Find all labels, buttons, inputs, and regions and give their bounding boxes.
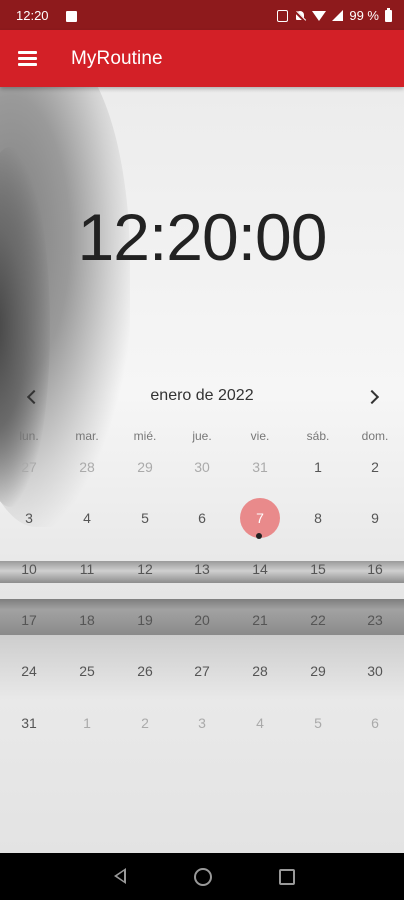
back-icon[interactable] [114,868,126,884]
calendar-day[interactable]: 31 [240,447,280,487]
calendar-day[interactable]: 2 [125,703,165,743]
wifi-icon [312,10,327,21]
calendar-day[interactable]: 12 [125,549,165,589]
calendar-day[interactable]: 14 [240,549,280,589]
calendar-day[interactable]: 16 [355,549,395,589]
calendar-day[interactable]: 27 [9,447,49,487]
calendar-day[interactable]: 1 [298,447,338,487]
chevron-right-icon [364,389,380,405]
calendar-day[interactable]: 17 [9,600,49,640]
calendar-day[interactable]: 5 [125,498,165,538]
calendar-day[interactable]: 21 [240,600,280,640]
weekday-label: sáb. [306,429,330,443]
calendar-day[interactable]: 10 [9,549,49,589]
weekday-label: vie. [250,429,270,443]
weekday-label: lun. [19,429,39,443]
next-month-button[interactable] [362,385,386,409]
weekday-label: mié. [133,429,157,443]
calendar-month-label: enero de 2022 [150,387,254,404]
weekday-label: dom. [361,429,389,443]
calendar-header: enero de 2022 [0,385,404,409]
calendar-day[interactable]: 28 [240,651,280,691]
calendar-day[interactable]: 5 [298,703,338,743]
calendar-day[interactable]: 29 [125,447,165,487]
weekday-label: mar. [75,429,99,443]
calendar-day[interactable]: 22 [298,600,338,640]
calendar-day[interactable]: 4 [67,498,107,538]
event-dot [256,533,262,539]
app-title: MyRoutine [71,48,163,69]
calendar-day[interactable]: 29 [298,651,338,691]
weekday-label: jue. [192,429,212,443]
calendar-day[interactable]: 11 [67,549,107,589]
calendar-day[interactable]: 15 [298,549,338,589]
app-bar: MyRoutine [0,30,404,87]
calendar-day[interactable]: 25 [67,651,107,691]
calendar-day[interactable]: 27 [182,651,222,691]
calendar-day[interactable]: 4 [240,703,280,743]
calendar-day[interactable]: 19 [125,600,165,640]
calendar-day[interactable]: 13 [182,549,222,589]
status-icons: 99 % [277,7,392,23]
calendar-day[interactable]: 3 [9,498,49,538]
calendar-day-selected[interactable]: 7 [240,498,280,538]
digital-clock: 12:20:00 [77,200,328,274]
calendar-day[interactable]: 1 [67,703,107,743]
calendar-day[interactable]: 6 [355,703,395,743]
calendar-day[interactable]: 8 [298,498,338,538]
calendar-day[interactable]: 23 [355,600,395,640]
battery-percent: 99 % [349,8,379,23]
calendar-day[interactable]: 30 [355,651,395,691]
calendar-day[interactable]: 9 [355,498,395,538]
image-icon [66,11,77,22]
calendar-day[interactable]: 2 [355,447,395,487]
calendar-weekdays: lun. mar. mié. jue. vie. sáb. dom. [0,429,404,445]
calendar-day[interactable]: 31 [9,703,49,743]
calendar-day[interactable]: 30 [182,447,222,487]
calendar-day[interactable]: 6 [182,498,222,538]
navigation-bar [0,853,404,900]
calendar-day[interactable]: 26 [125,651,165,691]
calendar-day[interactable]: 24 [9,651,49,691]
mute-icon [294,10,306,22]
calendar-day[interactable]: 18 [67,600,107,640]
menu-icon[interactable] [18,51,37,66]
nfc-icon [277,9,289,22]
main-content: 12:20:00 enero de 2022 lun. mar. mié. jue. v… [0,87,404,853]
calendar-day[interactable]: 20 [182,600,222,640]
status-time: 12:20 [16,8,49,23]
home-icon[interactable] [194,868,212,886]
calendar-day[interactable]: 3 [182,703,222,743]
signal-icon [332,10,344,21]
recents-icon[interactable] [279,869,295,885]
battery-icon [385,7,392,22]
calendar-day[interactable]: 28 [67,447,107,487]
status-bar: 12:20 99 % [0,0,404,30]
